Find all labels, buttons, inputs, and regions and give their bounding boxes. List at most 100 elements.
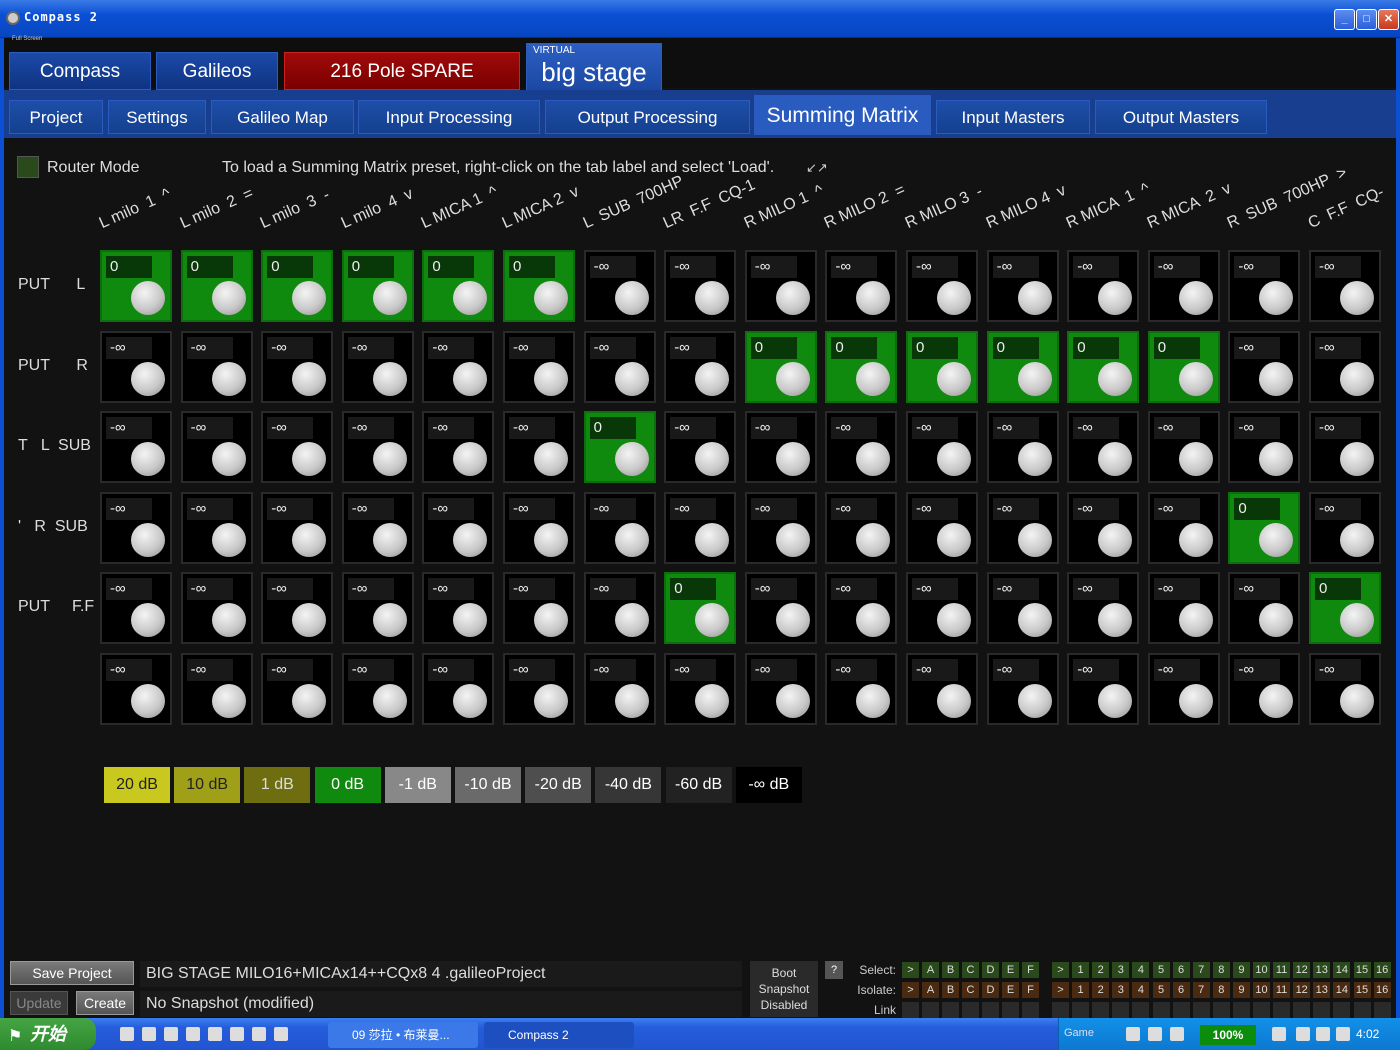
tab-galileos[interactable]: Galileos: [156, 52, 278, 90]
matrix-cell[interactable]: -∞: [180, 653, 253, 725]
gain-knob[interactable]: [614, 603, 649, 638]
link-number-button[interactable]: [1353, 1002, 1371, 1018]
network-icon[interactable]: [1170, 1027, 1184, 1041]
select-number-button[interactable]: 10: [1253, 962, 1270, 978]
matrix-cell[interactable]: -∞: [906, 250, 978, 322]
gain-knob[interactable]: [1098, 281, 1133, 315]
matrix-cell[interactable]: -∞: [1067, 491, 1140, 564]
matrix-cell[interactable]: 0: [583, 411, 656, 484]
matrix-cell[interactable]: -∞: [583, 491, 656, 564]
gain-value-field[interactable]: 0: [1315, 578, 1361, 601]
matrix-cell[interactable]: 0: [906, 330, 978, 403]
link-number-button[interactable]: [1333, 1002, 1351, 1018]
matrix-cell[interactable]: 0: [261, 250, 334, 322]
create-snapshot-button[interactable]: Create: [76, 991, 134, 1015]
isolate-group-button[interactable]: >: [902, 982, 919, 998]
link-number-button[interactable]: [1253, 1002, 1270, 1018]
gain-value-field[interactable]: -∞: [106, 497, 152, 520]
gain-knob[interactable]: [211, 281, 246, 315]
matrix-cell[interactable]: -∞: [744, 250, 817, 322]
matrix-cell[interactable]: -∞: [744, 572, 817, 645]
isolate-number-button[interactable]: 11: [1273, 982, 1291, 998]
gain-value-field[interactable]: -∞: [992, 659, 1039, 681]
gain-value-field[interactable]: -∞: [106, 578, 152, 601]
gain-value-field[interactable]: -∞: [186, 497, 233, 520]
taskbar-task-compass[interactable]: Compass 2: [484, 1022, 634, 1048]
gain-knob[interactable]: [1178, 603, 1213, 638]
gain-value-field[interactable]: -∞: [992, 256, 1039, 278]
tab-output-processing[interactable]: Output Processing: [545, 100, 750, 134]
tab-galileo-map[interactable]: Galileo Map: [211, 100, 354, 134]
gain-value-field[interactable]: -∞: [1234, 659, 1281, 681]
matrix-cell[interactable]: 0: [1309, 572, 1381, 645]
isolate-number-button[interactable]: 12: [1293, 982, 1311, 998]
gain-knob[interactable]: [1259, 361, 1294, 396]
gain-knob[interactable]: [453, 281, 488, 315]
level-swatch[interactable]: -∞ dB: [735, 767, 802, 803]
matrix-cell[interactable]: -∞: [986, 653, 1059, 725]
gain-knob[interactable]: [1098, 361, 1133, 396]
gain-knob[interactable]: [1259, 442, 1294, 477]
gain-value-field[interactable]: -∞: [186, 659, 233, 681]
gain-value-field[interactable]: 0: [831, 336, 878, 359]
gain-value-field[interactable]: -∞: [831, 497, 878, 520]
gain-knob[interactable]: [856, 684, 891, 718]
gain-knob[interactable]: [131, 281, 165, 315]
isolate-number-button[interactable]: 7: [1192, 982, 1210, 998]
matrix-cell[interactable]: -∞: [664, 491, 737, 564]
gain-value-field[interactable]: -∞: [1234, 256, 1281, 278]
gain-value-field[interactable]: 0: [428, 256, 475, 278]
tab-project[interactable]: Project: [9, 100, 103, 134]
matrix-cell[interactable]: -∞: [100, 330, 172, 403]
window-titlebar[interactable]: Compass 2 _ □ ✕: [0, 0, 1400, 38]
gain-value-field[interactable]: -∞: [670, 497, 717, 520]
gain-value-field[interactable]: -∞: [831, 578, 878, 601]
gain-value-field[interactable]: -∞: [1153, 417, 1200, 440]
gain-value-field[interactable]: -∞: [670, 659, 717, 681]
tab-summing-matrix[interactable]: Summing Matrix: [754, 95, 931, 135]
matrix-cell[interactable]: -∞: [583, 330, 656, 403]
matrix-cell[interactable]: -∞: [744, 653, 817, 725]
isolate-number-button[interactable]: 5: [1152, 982, 1170, 998]
gain-knob[interactable]: [614, 281, 649, 315]
gain-knob[interactable]: [1259, 684, 1294, 718]
matrix-cell[interactable]: -∞: [261, 572, 334, 645]
gain-knob[interactable]: [614, 442, 649, 477]
gain-knob[interactable]: [1178, 442, 1213, 477]
select-number-button[interactable]: 11: [1273, 962, 1291, 978]
matrix-cell[interactable]: 0: [1067, 330, 1140, 403]
select-group-button[interactable]: A: [922, 962, 939, 978]
matrix-cell[interactable]: -∞: [906, 653, 978, 725]
gain-knob[interactable]: [937, 522, 971, 557]
gain-value-field[interactable]: 0: [750, 336, 797, 359]
matrix-cell[interactable]: -∞: [664, 653, 737, 725]
gain-value-field[interactable]: -∞: [509, 417, 555, 440]
select-number-button[interactable]: 1: [1072, 962, 1090, 978]
security-icon[interactable]: [1316, 1027, 1330, 1041]
matrix-cell[interactable]: -∞: [503, 411, 575, 484]
gain-knob[interactable]: [1178, 684, 1213, 718]
select-number-button[interactable]: 16: [1373, 962, 1391, 978]
isolate-number-button[interactable]: 6: [1172, 982, 1190, 998]
gain-value-field[interactable]: -∞: [831, 417, 878, 440]
gain-knob[interactable]: [1340, 442, 1374, 477]
level-swatch[interactable]: 10 dB: [174, 767, 241, 803]
tab-input-masters[interactable]: Input Masters: [936, 100, 1090, 134]
gain-knob[interactable]: [1098, 522, 1133, 557]
gain-value-field[interactable]: 0: [589, 417, 636, 440]
select-number-button[interactable]: 14: [1333, 962, 1351, 978]
gain-knob[interactable]: [1017, 361, 1052, 396]
matrix-cell[interactable]: -∞: [825, 572, 898, 645]
isolate-number-button[interactable]: 3: [1112, 982, 1130, 998]
matrix-cell[interactable]: 0: [825, 330, 898, 403]
level-swatch[interactable]: 0 dB: [314, 767, 381, 803]
select-number-button[interactable]: 12: [1293, 962, 1311, 978]
gain-value-field[interactable]: -∞: [912, 417, 958, 440]
gain-value-field[interactable]: -∞: [106, 417, 152, 440]
level-swatch[interactable]: 1 dB: [244, 767, 311, 803]
gain-knob[interactable]: [1340, 603, 1374, 638]
gain-value-field[interactable]: -∞: [589, 578, 636, 601]
matrix-cell[interactable]: -∞: [1147, 491, 1220, 564]
gain-knob[interactable]: [775, 281, 810, 315]
gain-knob[interactable]: [211, 361, 246, 396]
